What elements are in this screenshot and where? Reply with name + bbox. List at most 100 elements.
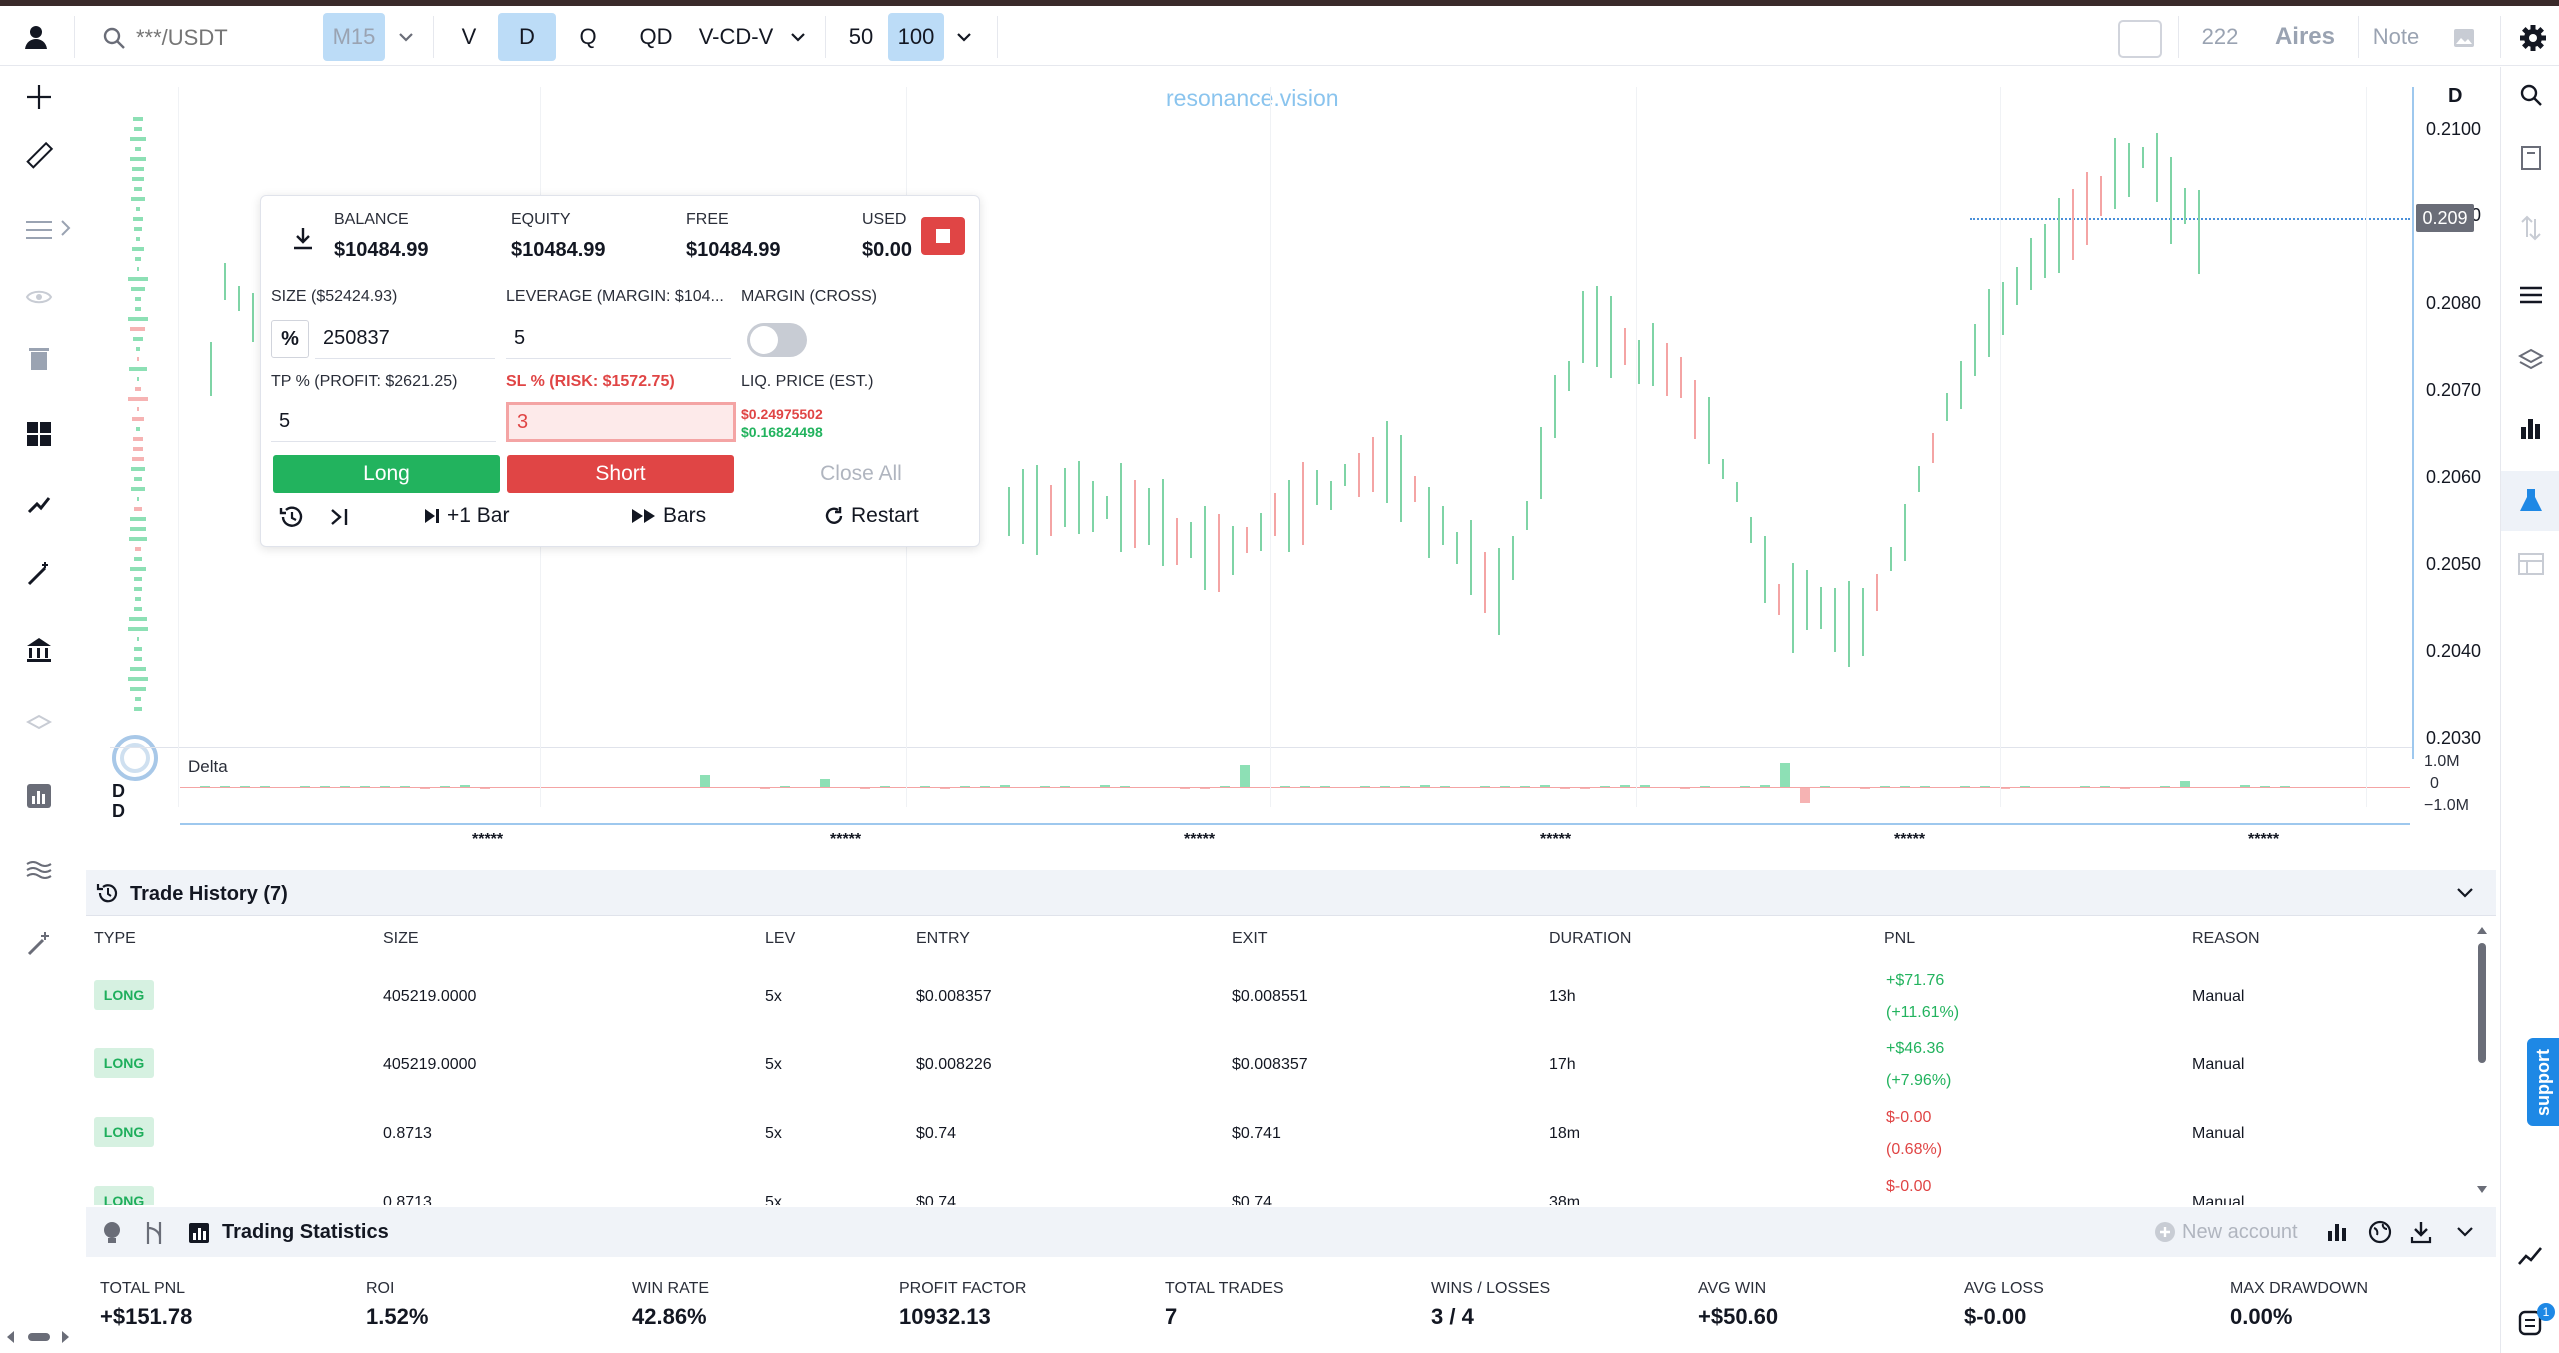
image-icon[interactable]: [2452, 26, 2476, 50]
stat-roi-label: ROI: [366, 1280, 395, 1297]
bar-chart-icon[interactable]: [2516, 413, 2546, 443]
liq-short-price: $0.24975502: [741, 406, 823, 422]
magic-tool-icon[interactable]: [22, 557, 56, 591]
margin-toggle[interactable]: [747, 323, 807, 357]
table-row[interactable]: LONG 405219.0000 5x $0.008357 $0.008551 …: [86, 960, 2466, 1028]
sparkle-icon[interactable]: [22, 927, 56, 961]
size-input[interactable]: 250837: [315, 319, 495, 359]
bar-chart-icon[interactable]: [22, 779, 56, 813]
tp-input[interactable]: 5: [271, 402, 496, 442]
scroll-arrows[interactable]: [4, 1329, 74, 1345]
play-bars-button[interactable]: Bars: [631, 502, 706, 530]
search-icon[interactable]: [2516, 80, 2546, 110]
pnl-pct-cell: (+11.61%): [1886, 1004, 1960, 1021]
margin-label: MARGIN (CROSS): [741, 288, 877, 305]
view-d-button[interactable]: D: [498, 13, 556, 61]
right-sidebar: 1: [2500, 67, 2559, 1353]
view-qd-button[interactable]: QD: [628, 13, 684, 61]
pnl-cell: +$71.76: [1886, 972, 1945, 989]
ruler-icon[interactable]: [22, 139, 56, 173]
bars-50-button[interactable]: 50: [838, 13, 884, 61]
candle-wick: [1120, 462, 1122, 552]
restart-button[interactable]: Restart: [823, 502, 919, 530]
chart-watermark: resonance.vision: [1166, 85, 1339, 111]
candle-wick: [1932, 432, 1934, 463]
scrollbar[interactable]: [2474, 925, 2490, 1195]
volume-profile-bar: [132, 437, 144, 441]
trash-icon[interactable]: [22, 342, 56, 376]
sl-input[interactable]: 3: [506, 402, 736, 442]
brand-label[interactable]: Aires: [2262, 13, 2348, 61]
candle-wick: [1414, 476, 1416, 503]
volume-profile-bar: [128, 627, 148, 631]
chevron-down-icon[interactable]: [2456, 886, 2476, 900]
trend-line-icon[interactable]: [2516, 1241, 2546, 1271]
volume-profile-bar: [136, 407, 140, 411]
table-row[interactable]: LONG 0.8713 5x $0.74 $0.741 18m $-0.00 (…: [86, 1097, 2466, 1165]
arrows-icon[interactable]: [2516, 213, 2546, 243]
crosshair-icon[interactable]: [22, 80, 56, 114]
trend-tool-icon[interactable]: [22, 487, 56, 521]
candle-wick: [2030, 238, 2032, 291]
table-row[interactable]: LONG 405219.0000 5x $0.008226 $0.008357 …: [86, 1028, 2466, 1096]
timeframe-select[interactable]: M15: [323, 13, 385, 61]
candle-wick: [2156, 132, 2158, 202]
percent-toggle-button[interactable]: %: [271, 320, 309, 358]
strategy-icon[interactable]: [142, 1220, 166, 1246]
candle-wick: [1442, 506, 1444, 546]
download-icon[interactable]: [2410, 1220, 2432, 1244]
chart-left-circle-icon[interactable]: [110, 733, 160, 783]
candle-wick: [1078, 461, 1080, 534]
layers-stack-icon[interactable]: [2516, 345, 2546, 375]
checkbox[interactable]: [2118, 20, 2162, 58]
step-one-bar-button[interactable]: +1 Bar: [423, 502, 509, 530]
list-icon[interactable]: [2516, 280, 2546, 310]
chevron-down-icon[interactable]: [2456, 1225, 2476, 1239]
chevron-down-icon[interactable]: [392, 13, 420, 61]
bars-100-button[interactable]: 100: [888, 13, 944, 61]
skip-to-end-icon[interactable]: [329, 506, 351, 528]
candle-wick: [1652, 322, 1654, 386]
lev-cell: 5x: [765, 988, 782, 1005]
user-icon[interactable]: [20, 21, 52, 53]
leverage-input[interactable]: 5: [506, 319, 731, 359]
time-axis-line: [180, 823, 2410, 825]
eye-icon[interactable]: [22, 280, 56, 314]
short-button[interactable]: Short: [507, 455, 734, 493]
entry-cell: $0.008226: [916, 1056, 992, 1073]
waves-icon[interactable]: [22, 853, 56, 887]
support-button[interactable]: support: [2527, 1038, 2559, 1126]
chevron-right-icon[interactable]: [60, 219, 74, 239]
view-q-button[interactable]: Q: [566, 13, 610, 61]
trade-history-header[interactable]: Trade History (7): [86, 870, 2496, 916]
view-v-button[interactable]: V: [449, 13, 489, 61]
table-row[interactable]: LONG 0.8713 5x $0.74 $0.74 38m $-0.00 Ma…: [86, 1166, 2466, 1205]
notebook-icon[interactable]: [2516, 143, 2546, 173]
layers-icon[interactable]: [22, 707, 56, 741]
close-all-button[interactable]: Close All: [751, 455, 971, 493]
long-button[interactable]: Long: [273, 455, 500, 493]
gear-icon[interactable]: [2518, 23, 2548, 53]
chevron-down-icon[interactable]: [784, 13, 812, 61]
bar-chart-icon[interactable]: [2326, 1221, 2348, 1243]
symbol-search-input[interactable]: [136, 20, 316, 56]
candle-wick: [2100, 176, 2102, 216]
candle-wick: [1260, 513, 1262, 551]
candle-wick: [1386, 420, 1388, 503]
bank-icon[interactable]: [22, 633, 56, 667]
flask-icon[interactable]: [2516, 485, 2546, 515]
new-account-button[interactable]: New account: [2154, 1220, 2298, 1244]
table-icon[interactable]: [2516, 549, 2546, 579]
note-button[interactable]: Note: [2366, 13, 2426, 61]
lightbulb-icon[interactable]: [102, 1221, 122, 1245]
lines-tool-icon[interactable]: [22, 213, 56, 247]
view-vcdv-button[interactable]: V-CD-V: [694, 13, 778, 61]
stop-button[interactable]: [921, 217, 965, 255]
grid-layout-icon[interactable]: [22, 417, 56, 451]
download-icon[interactable]: [291, 226, 315, 252]
globe-icon[interactable]: [2368, 1220, 2392, 1244]
trading-statistics-header[interactable]: Trading Statistics New account: [86, 1207, 2496, 1257]
chevron-down-icon[interactable]: [950, 13, 978, 61]
history-icon[interactable]: [279, 504, 305, 530]
tp-label: TP % (PROFIT: $2621.25): [271, 373, 458, 390]
